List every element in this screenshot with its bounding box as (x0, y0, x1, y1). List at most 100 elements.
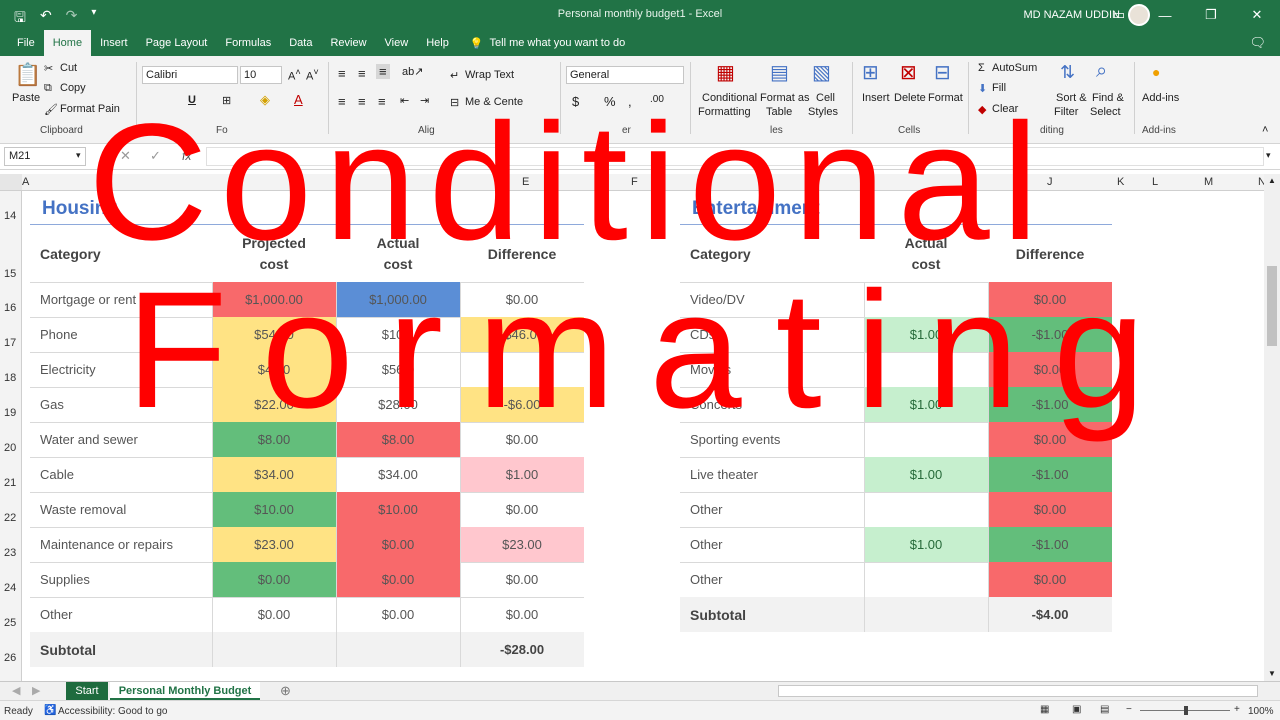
tab-page-layout[interactable]: Page Layout (137, 30, 217, 56)
housing-value-cell[interactable]: $0.00 (460, 597, 584, 632)
zoom-out-icon[interactable]: − (1126, 704, 1132, 715)
restore-icon[interactable]: ❐ (1188, 0, 1234, 30)
entertainment-value-cell[interactable]: $0.00 (988, 492, 1112, 527)
housing-value-cell[interactable]: $0.00 (212, 597, 336, 632)
fill-color-icon[interactable]: ◈ (260, 92, 270, 108)
format-painter-button[interactable]: Format Pain (60, 103, 120, 115)
decrease-indent-icon[interactable]: ⇤ (400, 94, 409, 107)
entertainment-value-cell[interactable]: -$1.00 (988, 317, 1112, 352)
wrap-text-button[interactable]: Wrap Text (465, 69, 514, 81)
row-header[interactable]: 22 (4, 512, 16, 524)
underline-icon[interactable]: U (188, 94, 196, 106)
cancel-formula-icon[interactable]: ✕ (120, 148, 131, 164)
housing-value-cell[interactable]: $0.00 (460, 492, 584, 527)
entertainment-value-cell[interactable]: $0.00 (988, 422, 1112, 457)
percent-icon[interactable]: % (604, 94, 616, 109)
scroll-down-icon[interactable]: ▼ (1268, 669, 1276, 678)
entertainment-value-cell[interactable] (864, 352, 988, 387)
entertainment-value-cell[interactable]: -$1.00 (988, 527, 1112, 562)
copy-button[interactable]: Copy (60, 82, 86, 94)
entertainment-value-cell[interactable]: $0.00 (988, 562, 1112, 597)
entertainment-value-cell[interactable] (864, 422, 988, 457)
select-all-corner[interactable] (0, 174, 22, 190)
zoom-level[interactable]: 100% (1248, 706, 1274, 717)
entertainment-value-cell[interactable]: $1.00 (864, 527, 988, 562)
entertainment-value-cell[interactable] (864, 492, 988, 527)
row-header[interactable]: 20 (4, 442, 16, 454)
sort-filter-label-2[interactable]: Filter (1054, 106, 1078, 118)
column-header[interactable]: D (397, 176, 405, 188)
find-select-label-1[interactable]: Find & (1092, 92, 1124, 104)
tab-file[interactable]: File (8, 30, 44, 56)
orientation-icon[interactable]: ab↗ (402, 65, 423, 78)
scroll-up-icon[interactable]: ▲ (1268, 176, 1276, 185)
housing-value-cell[interactable]: $0.00 (460, 282, 584, 317)
increase-decimal-icon[interactable]: .00 (650, 94, 664, 105)
font-color-icon[interactable]: A (294, 92, 303, 107)
new-sheet-icon[interactable]: ⊕ (280, 683, 291, 699)
addins-button[interactable]: Add-ins (1142, 92, 1179, 104)
row-header[interactable]: 21 (4, 477, 16, 489)
column-header[interactable]: M (1204, 176, 1213, 188)
sheet-tab-personal-monthly-budget[interactable]: Personal Monthly Budget (110, 682, 260, 700)
merge-center-button[interactable]: Me & Cente (465, 96, 523, 108)
housing-value-cell[interactable]: $22.00 (212, 387, 336, 422)
worksheet-grid[interactable]: Housing Category Projected cost Actual cost… (22, 191, 1264, 681)
undo-icon[interactable]: ↶ (40, 7, 52, 31)
row-header[interactable]: 14 (4, 210, 16, 222)
align-center-icon[interactable]: ≡ (358, 94, 366, 109)
housing-value-cell[interactable]: $100. (336, 317, 460, 352)
housing-value-cell[interactable]: $1.00 (460, 457, 584, 492)
page-layout-view-icon[interactable]: ▣ (1072, 704, 1081, 715)
tab-view[interactable]: View (376, 30, 418, 56)
format-button[interactable]: Format (928, 92, 963, 104)
housing-value-cell[interactable]: $23.00 (460, 527, 584, 562)
row-header[interactable]: 19 (4, 407, 16, 419)
entertainment-value-cell[interactable]: $0.00 (988, 282, 1112, 317)
tab-formulas[interactable]: Formulas (216, 30, 280, 56)
save-icon[interactable]: 🖫 (14, 7, 26, 31)
sort-filter-label-1[interactable]: Sort & (1056, 92, 1087, 104)
cut-button[interactable]: Cut (60, 62, 77, 74)
housing-value-cell[interactable]: $0.00 (336, 597, 460, 632)
row-header[interactable]: 25 (4, 617, 16, 629)
row-header[interactable]: 15 (4, 268, 16, 280)
prev-sheet-icon[interactable]: ◀ (12, 684, 20, 697)
accessibility-status[interactable]: Accessibility: Good to go (58, 706, 168, 717)
housing-value-cell[interactable]: -$46.00 (460, 317, 584, 352)
housing-value-cell[interactable]: $54.00 (212, 317, 336, 352)
ribbon-display-icon[interactable]: ▭ (1096, 0, 1142, 30)
housing-value-cell[interactable]: $34.00 (212, 457, 336, 492)
housing-value-cell[interactable]: $0.00 (212, 562, 336, 597)
name-box[interactable]: M21 (4, 147, 86, 166)
entertainment-value-cell[interactable]: -$1.00 (988, 457, 1112, 492)
formula-input[interactable] (206, 147, 1264, 166)
name-box-dropdown-icon[interactable]: ▾ (76, 150, 81, 161)
format-painter-icon[interactable]: 🖌 (44, 103, 58, 116)
row-header[interactable]: 17 (4, 337, 16, 349)
zoom-in-icon[interactable]: + (1234, 704, 1240, 715)
font-size-select[interactable]: 10 (240, 66, 282, 84)
autosum-button[interactable]: AutoSum (992, 62, 1037, 74)
column-header[interactable]: E (522, 176, 529, 188)
format-as-table-label-2[interactable]: Table (766, 106, 792, 118)
column-header[interactable]: J (1047, 176, 1053, 188)
align-right-icon[interactable]: ≡ (378, 94, 386, 109)
housing-value-cell[interactable] (460, 352, 584, 387)
cell-styles-label-2[interactable]: Styles (808, 106, 838, 118)
tell-me-search[interactable]: 💡 Tell me what you want to do (470, 37, 625, 50)
clear-button[interactable]: Clear (992, 103, 1018, 115)
expand-formula-icon[interactable]: ▾ (1266, 150, 1271, 161)
fill-button[interactable]: Fill (992, 82, 1006, 94)
currency-icon[interactable]: $ (572, 94, 579, 109)
row-header[interactable]: 18 (4, 372, 16, 384)
housing-value-cell[interactable]: $28.00 (336, 387, 460, 422)
paste-icon[interactable]: 📋 (14, 62, 41, 88)
collapse-ribbon-icon[interactable]: ˄ (1262, 124, 1268, 136)
close-icon[interactable]: ✕ (1234, 0, 1280, 30)
housing-value-cell[interactable]: $0.00 (336, 527, 460, 562)
housing-value-cell[interactable]: $8.00 (212, 422, 336, 457)
enter-formula-icon[interactable]: ✓ (150, 148, 161, 164)
comments-icon[interactable]: 🗨 (1249, 35, 1266, 51)
housing-value-cell[interactable]: $23.00 (212, 527, 336, 562)
